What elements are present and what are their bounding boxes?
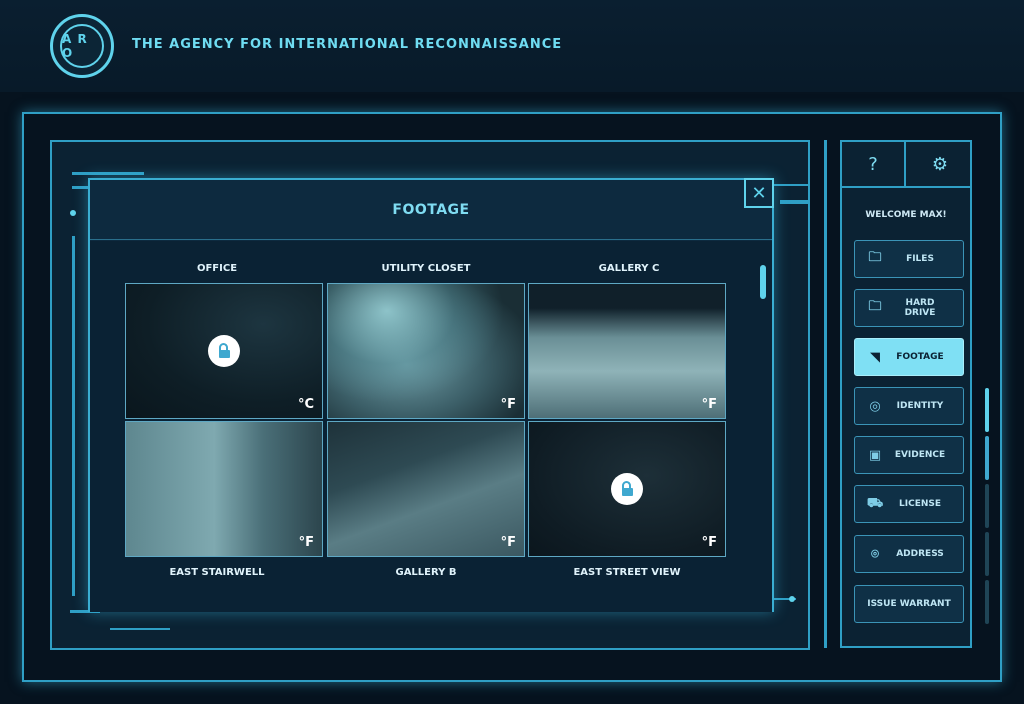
welcome-message: WELCOME MAX!	[865, 210, 947, 220]
sidebar-scroll-indicator	[985, 484, 989, 528]
close-button[interactable]: ✕	[744, 178, 774, 208]
camera-feed-office[interactable]: °C	[125, 283, 323, 419]
sidebar-scroll-indicator	[985, 580, 989, 624]
gear-icon: ⚙	[931, 153, 949, 175]
hard-drive-label: HARD DRIVE	[904, 298, 936, 318]
sidebar-scroll-indicator	[985, 532, 989, 576]
camera-grid: OFFICE UTILITY CLOSET GALLERY C °C °F °F…	[90, 241, 772, 612]
agency-title: THE AGENCY FOR INTERNATIONAL RECONNAISSA…	[132, 37, 563, 52]
help-icon: ?	[868, 153, 878, 175]
camera-label-east-stairwell: EAST STAIRWELL	[169, 567, 265, 578]
temperature-unit: °F	[500, 535, 516, 550]
footage-button[interactable]: ◥ FOOTAGE	[854, 338, 964, 376]
lock-icon	[611, 473, 643, 505]
address-button[interactable]: ⌾ ADDRESS	[854, 535, 964, 573]
evidence-icon: ▣	[868, 447, 882, 463]
map-pin-icon: ⌾	[871, 546, 879, 562]
decor-line	[110, 628, 170, 630]
settings-button[interactable]: ⚙	[908, 142, 972, 186]
modal-title: FOOTAGE	[392, 201, 470, 218]
camera-label-office: OFFICE	[196, 263, 238, 274]
decor-line	[774, 184, 810, 186]
fingerprint-icon: ◎	[869, 398, 881, 414]
camera-feed-east-street-view[interactable]: °F	[528, 421, 726, 557]
lock-icon	[208, 335, 240, 367]
camera-label-utility-closet: UTILITY CLOSET	[381, 263, 471, 274]
camera-feed-gallery-c[interactable]: °F	[528, 283, 726, 419]
camera-feed-utility-closet[interactable]: °F	[327, 283, 525, 419]
decor-line	[780, 200, 808, 204]
decor-line	[72, 172, 144, 175]
folder-icon: 🗀	[868, 299, 882, 314]
evidence-label: EVIDENCE	[894, 450, 946, 460]
temperature-unit: °F	[298, 535, 314, 550]
footage-modal: FOOTAGE ✕ OFFICE UTILITY CLOSET GALLERY …	[88, 178, 774, 612]
identity-label: IDENTITY	[896, 401, 944, 411]
license-label: LICENSE	[899, 499, 941, 509]
decor-line	[72, 236, 75, 596]
footage-label: FOOTAGE	[896, 352, 944, 362]
help-button[interactable]: ?	[842, 142, 906, 186]
camera-label-gallery-c: GALLERY C	[598, 263, 660, 274]
scrollbar-thumb[interactable]	[760, 265, 766, 299]
temperature-unit: °F	[500, 397, 516, 412]
sidebar-top-buttons: ? ⚙	[842, 142, 970, 188]
address-label: ADDRESS	[896, 549, 944, 559]
logo-letters: A R O	[60, 24, 104, 68]
hard-drive-button[interactable]: 🗀 HARD DRIVE	[854, 289, 964, 327]
close-icon: ✕	[751, 182, 767, 204]
temperature-unit: °F	[701, 535, 717, 550]
camera-icon: ◥	[870, 349, 880, 365]
decor-dot	[789, 596, 795, 602]
modal-header: FOOTAGE	[90, 180, 772, 240]
camera-feed-east-stairwell[interactable]: °F	[125, 421, 323, 557]
camera-label-gallery-b: GALLERY B	[395, 567, 457, 578]
license-button[interactable]: ⛟ LICENSE	[854, 485, 964, 523]
files-button[interactable]: 🗀 FILES	[854, 240, 964, 278]
folder-icon: 🗀	[868, 250, 882, 265]
top-bar: A R O THE AGENCY FOR INTERNATIONAL RECON…	[0, 0, 1024, 92]
decor-dot	[70, 210, 76, 216]
agency-seal-icon: A R O	[50, 14, 114, 78]
identity-button[interactable]: ◎ IDENTITY	[854, 387, 964, 425]
camera-feed-gallery-b[interactable]: °F	[327, 421, 525, 557]
issue-warrant-button[interactable]: ISSUE WARRANT	[854, 585, 964, 623]
sidebar-scroll-indicator	[985, 436, 989, 480]
evidence-button[interactable]: ▣ EVIDENCE	[854, 436, 964, 474]
camera-label-east-street-view: EAST STREET VIEW	[573, 567, 681, 578]
issue-warrant-label: ISSUE WARRANT	[867, 599, 951, 609]
temperature-unit: °F	[701, 397, 717, 412]
decor-line	[824, 140, 827, 648]
files-label: FILES	[906, 254, 934, 264]
sidebar-scroll-indicator	[985, 388, 989, 432]
car-icon: ⛟	[866, 495, 884, 511]
temperature-unit: °C	[297, 397, 314, 412]
sidebar: ? ⚙ WELCOME MAX! 🗀 FILES 🗀 HARD DRIVE ◥ …	[840, 140, 972, 648]
